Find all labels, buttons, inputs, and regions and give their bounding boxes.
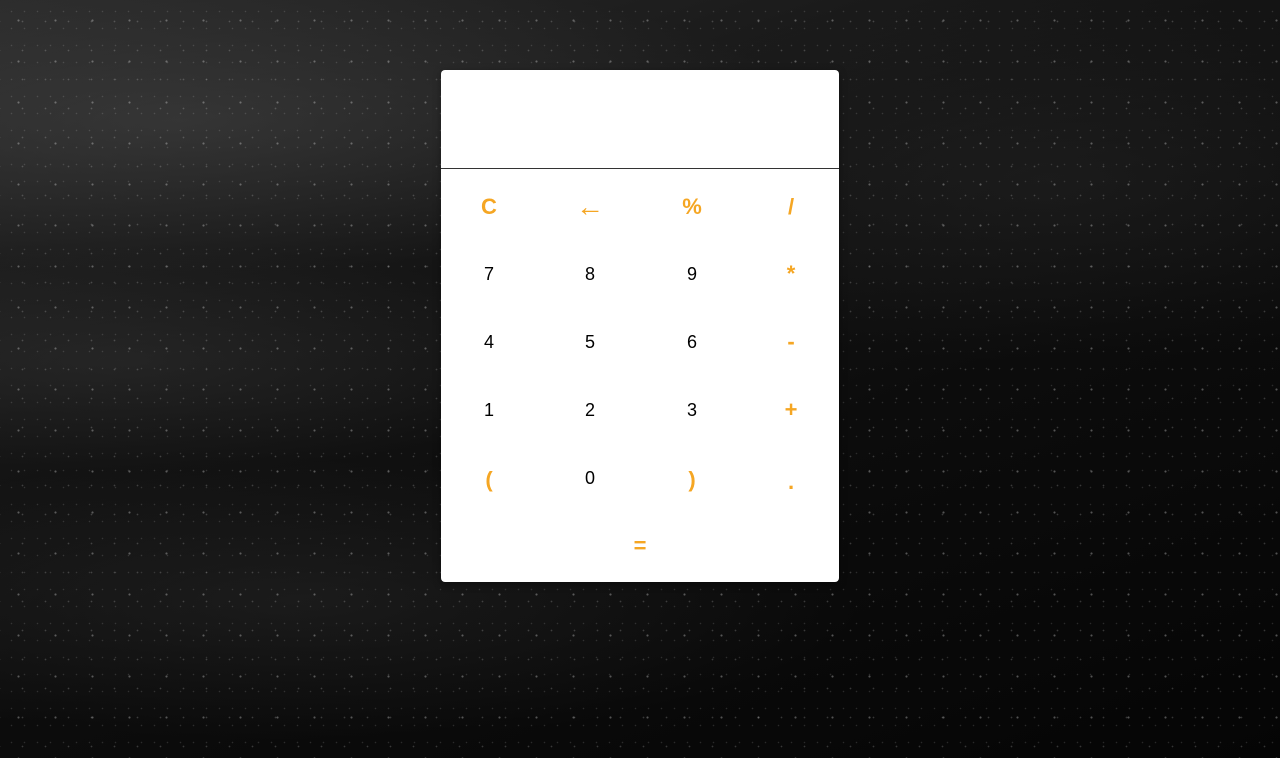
digit-1-button[interactable]: 1 xyxy=(441,376,539,444)
digit-0-button[interactable]: 0 xyxy=(540,444,640,512)
add-button[interactable]: + xyxy=(741,376,839,444)
digit-4-button[interactable]: 4 xyxy=(441,308,539,376)
keypad: C ← % / 7 8 9 * 4 5 6 - 1 2 3 + ( 0 ) . … xyxy=(441,169,839,581)
multiply-button[interactable]: * xyxy=(741,240,839,308)
equals-button[interactable]: = xyxy=(590,512,690,580)
digit-7-button[interactable]: 7 xyxy=(441,240,539,308)
digit-6-button[interactable]: 6 xyxy=(642,308,742,376)
digit-5-button[interactable]: 5 xyxy=(540,308,640,376)
close-paren-button[interactable]: ) xyxy=(642,446,742,514)
calculator-panel: C ← % / 7 8 9 * 4 5 6 - 1 2 3 + ( 0 ) . … xyxy=(441,70,839,582)
clear-button[interactable]: C xyxy=(441,173,539,241)
decimal-button[interactable]: . xyxy=(741,448,839,516)
digit-2-button[interactable]: 2 xyxy=(540,376,640,444)
percent-button[interactable]: % xyxy=(642,173,742,241)
backspace-button[interactable]: ← xyxy=(540,173,640,241)
digit-3-button[interactable]: 3 xyxy=(642,376,742,444)
calculator-display xyxy=(441,70,839,169)
divide-button[interactable]: / xyxy=(741,173,839,241)
open-paren-button[interactable]: ( xyxy=(441,446,539,514)
subtract-button[interactable]: - xyxy=(741,308,839,376)
digit-8-button[interactable]: 8 xyxy=(540,240,640,308)
digit-9-button[interactable]: 9 xyxy=(642,240,742,308)
